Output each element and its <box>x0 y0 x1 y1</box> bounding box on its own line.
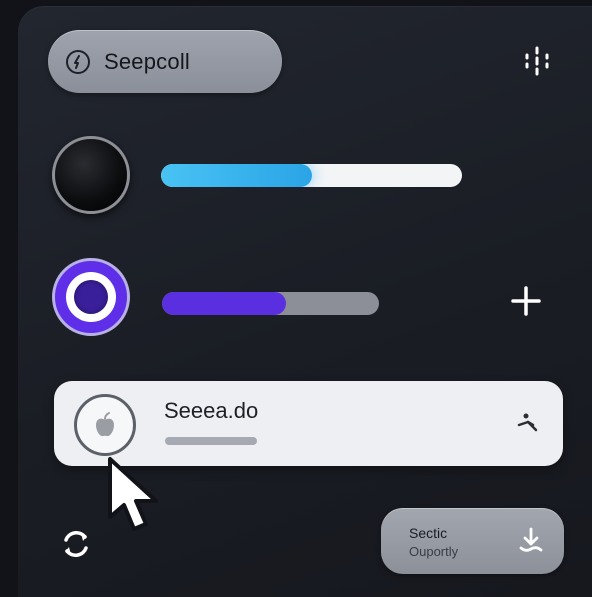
purple-slider-fill <box>162 292 286 315</box>
cyan-slider-track[interactable] <box>161 164 462 187</box>
dark-knob[interactable] <box>52 136 130 214</box>
download-button-subtitle: Ouportly <box>409 544 459 559</box>
refresh-icon[interactable] <box>59 527 93 561</box>
download-button-title: Sectic <box>409 525 448 541</box>
account-card[interactable]: Seeea.do <box>54 381 563 466</box>
download-icon <box>519 527 543 552</box>
power-icon <box>66 49 90 74</box>
card-title: Seeea.do <box>164 398 259 423</box>
radio-core <box>74 280 108 314</box>
cyan-slider-fill <box>161 164 312 187</box>
card-subtitle-placeholder <box>165 437 257 445</box>
plus-icon[interactable] <box>510 285 542 317</box>
seepcoll-button[interactable]: Seepcoll <box>48 30 282 93</box>
radio-ring <box>66 272 116 322</box>
dots-grid-icon[interactable] <box>520 44 554 78</box>
seepcoll-button-label: Seepcoll <box>104 48 190 74</box>
purple-slider-track[interactable] <box>162 292 379 315</box>
person-reclining-icon[interactable] <box>516 411 542 437</box>
sectic-download-button[interactable]: Sectic Ouportly <box>381 508 564 574</box>
purple-radio-knob[interactable] <box>52 258 130 336</box>
avatar[interactable] <box>74 394 136 456</box>
apple-logo-icon <box>96 412 114 437</box>
